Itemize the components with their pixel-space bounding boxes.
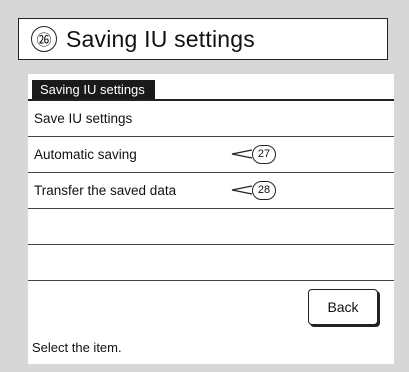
page-title: Saving IU settings: [66, 25, 255, 52]
row-label: Transfer the saved data: [34, 183, 177, 198]
menu-row-empty[interactable]: [28, 209, 394, 245]
menu-row-empty[interactable]: [28, 245, 394, 281]
callout-number: 28: [252, 181, 276, 200]
menu-row-save-iu-settings[interactable]: Save IU settings: [28, 101, 394, 137]
status-message: Select the item.: [32, 340, 122, 355]
menu-row-transfer-saved-data[interactable]: Transfer the saved data 28: [28, 173, 394, 209]
title-bar: ㉖ Saving IU settings: [18, 18, 388, 60]
title-callout-number: ㉖: [31, 26, 57, 52]
callout-pointer-icon: 28: [228, 180, 300, 200]
callout-pointer-icon: 27: [228, 144, 300, 164]
settings-panel: Saving IU settings Save IU settings Auto…: [28, 74, 394, 364]
back-button[interactable]: Back: [308, 289, 378, 325]
panel-tab: Saving IU settings: [32, 80, 155, 100]
row-label: Automatic saving: [34, 147, 137, 162]
row-label: Save IU settings: [34, 111, 133, 126]
menu-row-automatic-saving[interactable]: Automatic saving 27: [28, 137, 394, 173]
callout-number: 27: [252, 145, 276, 164]
